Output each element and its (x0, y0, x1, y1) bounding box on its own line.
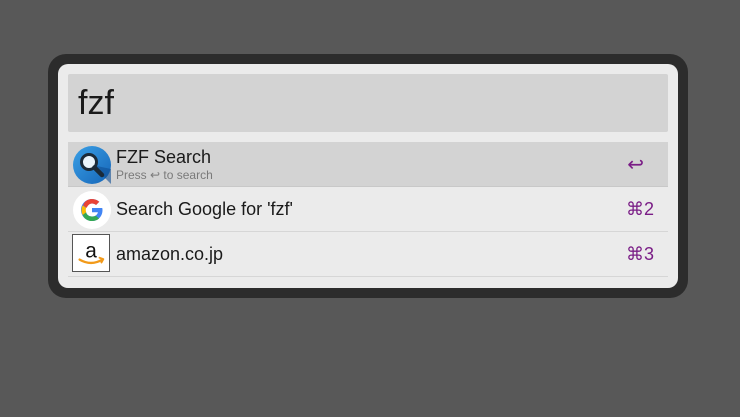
svg-text:a: a (85, 240, 97, 263)
amazon-logo-icon: a (72, 234, 110, 272)
result-subtitle: Press ↩ to search (116, 168, 213, 182)
result-row-fzf-search[interactable]: FZF Search Press ↩ to search ↩ (68, 142, 668, 187)
magnifier-icon (73, 146, 111, 184)
search-input[interactable] (68, 74, 668, 132)
result-title: FZF Search (116, 147, 212, 167)
result-row-amazon[interactable]: a amazon.co.jp ⌘3 (68, 232, 668, 277)
enter-shortcut: ↩ (627, 154, 644, 176)
result-title: amazon.co.jp (116, 244, 224, 264)
shortcut-cmd-3: ⌘3 (625, 244, 654, 264)
google-g-icon (73, 191, 111, 229)
search-box[interactable] (68, 74, 668, 132)
shortcut-cmd-2: ⌘2 (625, 199, 654, 219)
results-list: FZF Search Press ↩ to search ↩ Search Go… (68, 142, 668, 277)
result-title: Search Google for 'fzf' (116, 199, 293, 219)
launcher-panel: FZF Search Press ↩ to search ↩ Search Go… (58, 64, 678, 288)
launcher-window: FZF Search Press ↩ to search ↩ Search Go… (48, 54, 688, 298)
result-row-google[interactable]: Search Google for 'fzf' ⌘2 (68, 187, 668, 232)
